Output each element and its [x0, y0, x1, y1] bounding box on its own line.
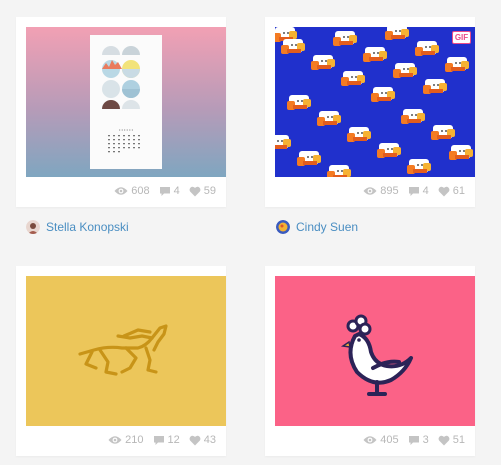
calendar-artwork: • • • • • •: [26, 27, 226, 177]
shot-thumbnail[interactable]: [26, 276, 226, 426]
views-count: 405: [380, 434, 399, 446]
likes-count: 61: [452, 185, 465, 197]
heart-icon: [189, 186, 201, 196]
shot-card[interactable]: • • • • • • 608 4 59: [16, 17, 226, 207]
views-stat: 210: [108, 434, 144, 446]
comments-stat[interactable]: 4: [159, 185, 180, 197]
comments-stat[interactable]: 12: [153, 434, 180, 446]
author-name[interactable]: Stella Konopski: [46, 220, 129, 234]
likes-count: 43: [203, 434, 216, 446]
eye-icon: [363, 436, 377, 444]
views-stat: 405: [363, 434, 399, 446]
views-stat: 895: [363, 185, 399, 197]
likes-stat[interactable]: 51: [438, 434, 465, 446]
comments-count: 4: [422, 185, 429, 197]
shot-card[interactable]: 405 3 51: [265, 266, 475, 456]
shot-thumbnail[interactable]: • • • • • •: [26, 27, 226, 177]
author-link[interactable]: Stella Konopski: [26, 220, 129, 234]
views-stat: 608: [114, 185, 150, 197]
comment-icon: [408, 186, 419, 196]
heart-icon: [438, 186, 450, 196]
eye-icon: [108, 436, 122, 444]
likes-stat[interactable]: 59: [189, 185, 216, 197]
shot-stats: 895 4 61: [275, 182, 465, 200]
shot-card[interactable]: 210 12 43: [16, 266, 226, 456]
likes-stat[interactable]: 43: [189, 434, 216, 446]
avatar: [276, 220, 290, 234]
heart-icon: [438, 435, 450, 445]
author-link[interactable]: Cindy Suen: [276, 220, 358, 234]
shot-stats: 210 12 43: [26, 431, 216, 449]
gif-badge: GIF: [452, 31, 471, 44]
svg-text:• • • • • •: • • • • • •: [119, 127, 134, 132]
likes-count: 59: [203, 185, 216, 197]
views-count: 608: [131, 185, 150, 197]
comments-count: 3: [422, 434, 429, 446]
eye-icon: [114, 187, 128, 195]
comment-icon: [408, 435, 419, 445]
shot-card[interactable]: GIF 895 4 61: [265, 17, 475, 207]
views-count: 210: [125, 434, 144, 446]
shot-stats: 608 4 59: [26, 182, 216, 200]
cat-pattern-artwork: [275, 27, 475, 177]
comments-count: 12: [167, 434, 180, 446]
eye-icon: [363, 187, 377, 195]
comments-count: 4: [173, 185, 180, 197]
shot-thumbnail[interactable]: GIF: [275, 27, 475, 177]
rooster-logo-artwork: [275, 276, 475, 426]
heart-icon: [189, 435, 201, 445]
shot-thumbnail[interactable]: [275, 276, 475, 426]
avatar: [26, 220, 40, 234]
comment-icon: [153, 435, 164, 445]
likes-count: 51: [452, 434, 465, 446]
comments-stat[interactable]: 3: [408, 434, 429, 446]
comments-stat[interactable]: 4: [408, 185, 429, 197]
author-name[interactable]: Cindy Suen: [296, 220, 358, 234]
shot-stats: 405 3 51: [275, 431, 465, 449]
horse-logo-artwork: [26, 276, 226, 426]
comment-icon: [159, 186, 170, 196]
likes-stat[interactable]: 61: [438, 185, 465, 197]
views-count: 895: [380, 185, 399, 197]
